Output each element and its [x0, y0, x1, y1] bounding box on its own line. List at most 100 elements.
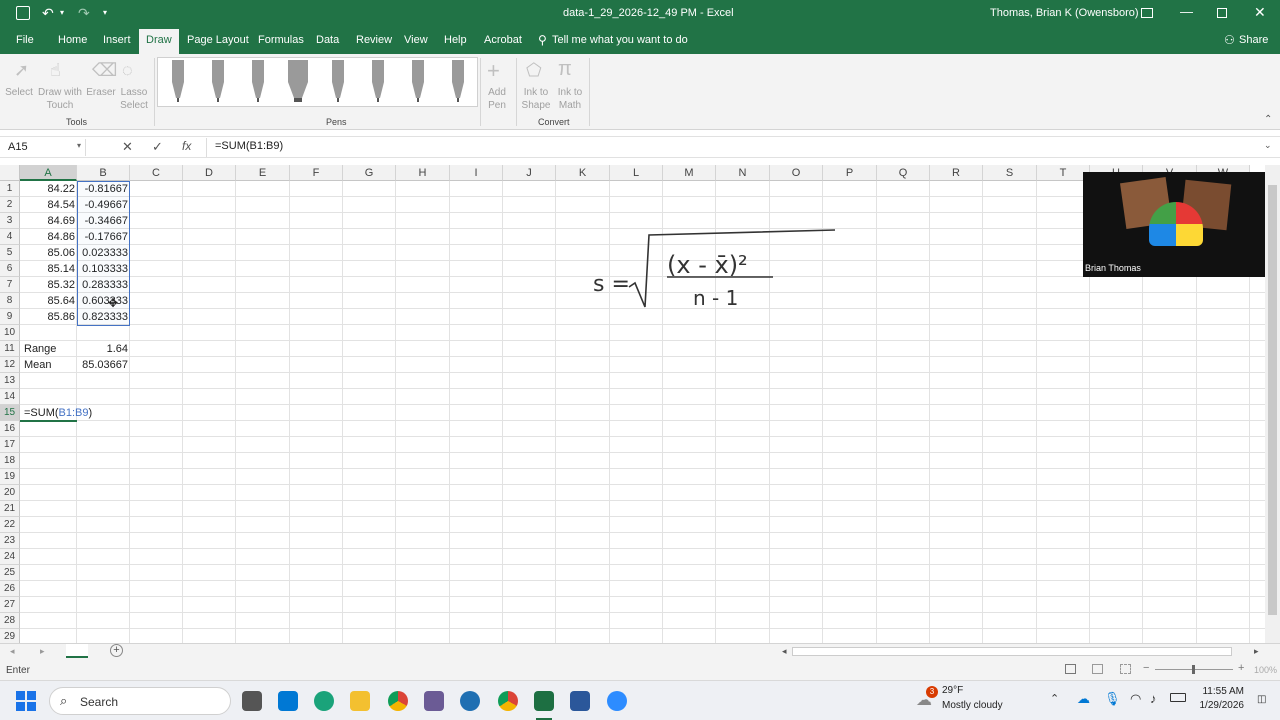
- close-icon[interactable]: ✕: [1254, 4, 1266, 21]
- taskbar-search[interactable]: ⌕ Search: [49, 687, 231, 715]
- column-header-r[interactable]: R: [930, 165, 983, 181]
- row-header-2[interactable]: 2: [0, 197, 20, 213]
- cell-b12[interactable]: 85.03667: [77, 357, 130, 373]
- name-box-dropdown-icon[interactable]: ▾: [77, 141, 81, 150]
- ink-to-shape-button[interactable]: Ink to Shape: [519, 86, 553, 112]
- tab-review[interactable]: Review: [356, 34, 392, 46]
- user-name[interactable]: Thomas, Brian K (Owensboro): [990, 7, 1139, 19]
- redo-icon[interactable]: ↷: [78, 5, 90, 22]
- zoom-slider-thumb[interactable]: [1192, 665, 1195, 674]
- cell-a5[interactable]: 85.06: [20, 245, 77, 261]
- column-header-j[interactable]: J: [503, 165, 556, 181]
- row-header-5[interactable]: 5: [0, 245, 20, 261]
- column-header-e[interactable]: E: [236, 165, 290, 181]
- row-header-8[interactable]: 8: [0, 293, 20, 309]
- cell-a12[interactable]: Mean: [24, 357, 52, 373]
- collapse-ribbon-icon[interactable]: ⌃: [1264, 114, 1272, 125]
- volume-icon[interactable]: ♪: [1150, 691, 1157, 706]
- expand-formula-icon[interactable]: ⌄: [1264, 140, 1272, 151]
- save-icon[interactable]: [16, 6, 30, 20]
- cell-a4[interactable]: 84.86: [20, 229, 77, 245]
- row-header-6[interactable]: 6: [0, 261, 20, 277]
- cell-b11[interactable]: 1.64: [77, 341, 130, 357]
- customize-qat-icon[interactable]: ▾: [103, 8, 107, 17]
- undo-dropdown-icon[interactable]: ▾: [60, 8, 64, 17]
- page-layout-view-icon[interactable]: [1092, 664, 1103, 674]
- undo-icon[interactable]: ↶: [42, 5, 54, 22]
- normal-view-icon[interactable]: [1065, 664, 1076, 674]
- next-sheet-icon[interactable]: ▸: [40, 646, 45, 657]
- row-header-4[interactable]: 4: [0, 229, 20, 245]
- column-header-h[interactable]: H: [396, 165, 450, 181]
- show-hidden-icons-icon[interactable]: ⌃: [1050, 692, 1059, 705]
- cell-a9[interactable]: 85.86: [20, 309, 77, 325]
- maximize-icon[interactable]: [1217, 8, 1227, 18]
- cell-a8[interactable]: 85.64: [20, 293, 77, 309]
- zoom-out-icon[interactable]: −: [1143, 662, 1149, 674]
- vertical-scrollbar[interactable]: [1265, 165, 1280, 643]
- column-header-c[interactable]: C: [130, 165, 183, 181]
- row-header-12[interactable]: 12: [0, 357, 20, 373]
- ink-to-math-button[interactable]: Ink to Math: [554, 86, 586, 112]
- share-button[interactable]: Share: [1239, 34, 1268, 46]
- column-header-m[interactable]: M: [663, 165, 716, 181]
- column-header-f[interactable]: F: [290, 165, 343, 181]
- row-header-26[interactable]: 26: [0, 581, 20, 597]
- snipping-tool-icon[interactable]: [424, 691, 444, 711]
- row-header-16[interactable]: 16: [0, 421, 20, 437]
- store-icon[interactable]: [278, 691, 298, 711]
- prev-sheet-icon[interactable]: ◂: [10, 646, 15, 657]
- video-thumbnail[interactable]: Brian Thomas: [1083, 172, 1265, 277]
- column-header-o[interactable]: O: [770, 165, 823, 181]
- pens-gallery[interactable]: [157, 57, 478, 107]
- insert-function-icon[interactable]: fx: [182, 139, 191, 153]
- tab-acrobat[interactable]: Acrobat: [484, 34, 522, 46]
- onedrive-icon[interactable]: ☁: [1077, 691, 1090, 707]
- cell-a11[interactable]: Range: [24, 341, 56, 357]
- row-header-27[interactable]: 27: [0, 597, 20, 613]
- battery-icon[interactable]: [1170, 693, 1186, 702]
- column-header-q[interactable]: Q: [877, 165, 930, 181]
- minimize-icon[interactable]: —: [1180, 4, 1193, 19]
- column-header-p[interactable]: P: [823, 165, 877, 181]
- scroll-left-icon[interactable]: ◂: [782, 646, 787, 657]
- weather-desc[interactable]: Mostly cloudy: [942, 700, 1003, 711]
- zoom-icon[interactable]: [607, 691, 627, 711]
- tab-view[interactable]: View: [404, 34, 428, 46]
- tab-page-layout[interactable]: Page Layout: [187, 34, 249, 46]
- lasso-select-button[interactable]: Lasso Select: [118, 86, 150, 112]
- excel-icon[interactable]: [534, 691, 554, 711]
- draw-with-touch-button[interactable]: Draw with Touch: [36, 86, 84, 112]
- row-header-21[interactable]: 21: [0, 501, 20, 517]
- cell-a6[interactable]: 85.14: [20, 261, 77, 277]
- eraser-button[interactable]: Eraser: [86, 86, 116, 99]
- column-header-k[interactable]: K: [556, 165, 610, 181]
- name-box[interactable]: A15: [4, 139, 86, 156]
- row-header-20[interactable]: 20: [0, 485, 20, 501]
- add-sheet-icon[interactable]: +: [110, 644, 123, 657]
- column-header-a[interactable]: A: [20, 165, 77, 181]
- tab-home[interactable]: Home: [58, 34, 87, 46]
- chrome-profile-icon[interactable]: [498, 691, 518, 711]
- tab-file[interactable]: File: [16, 34, 34, 46]
- chrome-icon[interactable]: [388, 691, 408, 711]
- row-header-11[interactable]: 11: [0, 341, 20, 357]
- zoom-in-icon[interactable]: +: [1238, 662, 1244, 674]
- row-header-13[interactable]: 13: [0, 373, 20, 389]
- row-header-24[interactable]: 24: [0, 549, 20, 565]
- row-header-10[interactable]: 10: [0, 325, 20, 341]
- word-icon[interactable]: [570, 691, 590, 711]
- row-header-18[interactable]: 18: [0, 453, 20, 469]
- tell-me-search[interactable]: Tell me what you want to do: [552, 34, 688, 46]
- row-header-3[interactable]: 3: [0, 213, 20, 229]
- row-header-28[interactable]: 28: [0, 613, 20, 629]
- cell-a2[interactable]: 84.54: [20, 197, 77, 213]
- vertical-scroll-thumb[interactable]: [1268, 185, 1277, 615]
- wifi-icon[interactable]: ◠: [1130, 691, 1141, 707]
- select-all-corner[interactable]: [0, 165, 20, 181]
- sheet-tab-active[interactable]: [66, 644, 88, 658]
- row-header-1[interactable]: 1: [0, 181, 20, 197]
- row-header-7[interactable]: 7: [0, 277, 20, 293]
- cancel-formula-icon[interactable]: ✕: [122, 139, 133, 155]
- microphone-icon[interactable]: 🎙: [1104, 691, 1121, 707]
